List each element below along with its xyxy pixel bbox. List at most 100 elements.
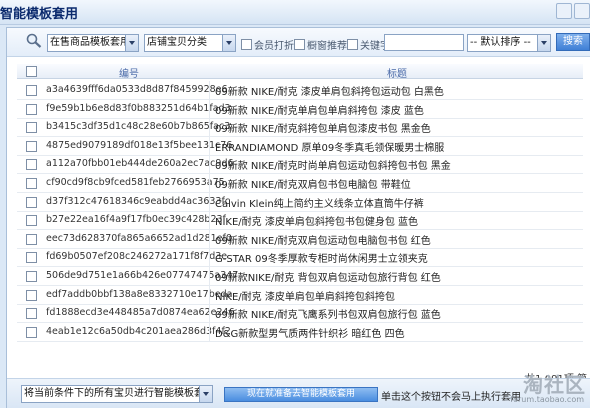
item-id: fd69b0507ef208c246272a171f8f7d3e <box>46 251 228 263</box>
table-row[interactable]: f9e59b1b6e8d83f0b883251d64b1fad3 09新款 NIK… <box>17 99 583 119</box>
chevron-down-icon <box>199 386 212 402</box>
item-id: 4875ed9079189df018e13f5bee131c76 <box>46 139 233 151</box>
table-row[interactable]: a112a70fbb01eb444de260a2ec7ac9d6 09新款 NIK… <box>17 155 583 175</box>
apply-template-button[interactable]: 现在就准备去智能模板套用 <box>224 387 378 402</box>
item-title: 09新款 NIKE/耐克斜挎包单肩包漆皮书包 黑金色 <box>215 124 431 136</box>
row-checkbox[interactable] <box>26 103 37 115</box>
item-id: b3415c3df35d1c48c28e60b7b865fac3 <box>46 121 231 133</box>
row-checkbox[interactable] <box>26 252 37 264</box>
watermark-logo-text: 淘社区 <box>523 373 586 397</box>
item-id: cf90cd9f8cb9fced581feb2766953a75 <box>46 177 225 188</box>
item-title: 09新款 NIKE/耐克双肩包书包电脑包 带鞋位 <box>215 180 411 191</box>
keyword-input[interactable] <box>384 34 464 51</box>
apply-scope-select[interactable]: 将当前条件下的所有宝贝进行智能模板套用 <box>21 385 213 403</box>
item-id: b27e22ea16f4a9f17fb0ec39c428b23f <box>46 214 226 226</box>
column-header-title[interactable]: 标题 <box>387 65 407 80</box>
item-title: 09新款 NIKE/耐克飞鹰系列书包双肩包旅行包 蓝色 <box>215 310 441 322</box>
member-discount-label: 会员打折 <box>254 41 294 52</box>
column-divider <box>209 136 210 155</box>
window-recommend-checkbox[interactable] <box>294 39 305 50</box>
column-divider <box>209 99 210 118</box>
table-row[interactable]: edf7addb0bbf138a8e8332710e17beda NIKE/耐克 … <box>17 285 583 305</box>
item-id: a112a70fbb01eb444de260a2ec7ac9d6 <box>46 158 234 170</box>
table-row[interactable]: cf90cd9f8cb9fced581feb2766953a75 09新款 NIK… <box>17 174 583 193</box>
column-divider <box>209 118 210 137</box>
item-title: 09新款 NIKE/耐克单肩包单肩斜挎包 漆皮 蓝色 <box>215 105 424 117</box>
keyword-checkbox[interactable] <box>347 39 358 50</box>
table-row[interactable]: 506de9d751e1a66b426e07747475a347 09新款NIKE… <box>17 267 583 286</box>
table-row[interactable]: b27e22ea16f4a9f17fb0ec39c428b23f NIKE/耐克 … <box>17 211 583 231</box>
main-panel: 在售商品模板套用 店铺宝贝分类 会员打折 橱窗推荐 关键字 -- 默认排序 --… <box>6 27 590 408</box>
item-id: f9e59b1b6e8d83f0b883251d64b1fad3 <box>46 102 231 114</box>
item-title: NIKE/耐克 漆皮单肩包斜挎包书包健身包 蓝色 <box>215 217 419 229</box>
item-title: D&G新款型男气质两件针织衫 暗红色 四色 <box>215 328 405 340</box>
row-checkbox[interactable] <box>26 326 37 338</box>
template-filter-value: 在售商品模板套用 <box>50 37 130 48</box>
row-checkbox[interactable] <box>26 308 37 320</box>
window-titlebar: 智能模板套用 <box>0 0 590 25</box>
column-divider <box>209 267 210 285</box>
search-icon <box>26 33 42 48</box>
forum-watermark-logo: 淘社区 forum.taobao.com <box>492 368 588 404</box>
row-checkbox[interactable] <box>26 233 37 245</box>
member-discount-checkbox[interactable] <box>241 39 252 50</box>
column-divider <box>209 174 210 192</box>
category-filter-select[interactable]: 店铺宝贝分类 <box>144 34 236 52</box>
table-row[interactable]: 4eab1e12c6a50db4c201aea286d3f4f2 D&G新款型男气… <box>17 322 583 342</box>
window-minimize-button[interactable] <box>556 3 572 19</box>
chevron-down-icon <box>222 35 235 51</box>
search-button[interactable]: 搜索 <box>556 33 590 51</box>
column-divider <box>209 285 210 304</box>
column-divider <box>209 81 210 99</box>
table-row[interactable]: a3a4639fff6da0533d8d87f8459928e6 09新款 NIK… <box>17 81 583 100</box>
item-title: NIKE/耐克 漆皮单肩包单肩斜挎包斜挎包 <box>215 291 395 303</box>
item-id: edf7addb0bbf138a8e8332710e17beda <box>46 288 233 300</box>
table-row[interactable]: fd69b0507ef208c246272a171f8f7d3e G-STAR 0… <box>17 248 583 268</box>
window-close-button[interactable] <box>574 3 590 19</box>
column-divider <box>209 248 210 267</box>
item-id: eec73d628370fa865a6652ad1d281ef0 <box>46 232 232 244</box>
column-divider <box>209 322 210 341</box>
apply-scope-value: 将当前条件下的所有宝贝进行智能模板套用 <box>24 388 213 399</box>
row-checkbox[interactable] <box>26 122 37 134</box>
column-divider <box>209 155 210 174</box>
table-row[interactable]: d37f312c47618346c9eabdd4ac3633fc Calvin K… <box>17 192 583 212</box>
category-filter-value: 店铺宝贝分类 <box>147 37 207 48</box>
column-header-id[interactable]: 编号 <box>119 65 139 80</box>
item-id: fd1888ecd3e448485a7d0874ea62e246 <box>46 307 235 319</box>
chevron-down-icon <box>537 35 550 51</box>
item-id: 4eab1e12c6a50db4c201aea286d3f4f2 <box>46 325 231 337</box>
chevron-down-icon <box>125 35 138 51</box>
row-checkbox[interactable] <box>26 196 37 208</box>
select-all-checkbox[interactable] <box>26 66 37 77</box>
window-recommend-label: 橱窗推荐 <box>307 41 347 52</box>
template-filter-select[interactable]: 在售商品模板套用 <box>47 34 139 52</box>
item-title: 09新款NIKE/耐克 背包双肩包运动包旅行背包 红色 <box>215 273 441 284</box>
sort-select[interactable]: -- 默认排序 -- <box>467 34 551 52</box>
row-checkbox[interactable] <box>26 271 37 282</box>
filter-toolbar: 在售商品模板套用 店铺宝贝分类 会员打折 橱窗推荐 关键字 -- 默认排序 --… <box>7 28 590 57</box>
item-title: ERRANDIAMOND 原单09冬季真毛领保暖男士棉服 <box>215 142 445 154</box>
sort-select-value: -- 默认排序 -- <box>470 37 531 48</box>
row-checkbox[interactable] <box>26 140 37 152</box>
row-checkbox[interactable] <box>26 178 37 189</box>
item-title: G-STAR 09冬季厚款专柜时尚休闲男士立领夹克 <box>215 254 428 266</box>
table-row[interactable]: fd1888ecd3e448485a7d0874ea62e246 09新款 NIK… <box>17 304 583 324</box>
item-title: 09新款 NIKE/耐克时尚单肩包运动包斜挎包书包 黑金 <box>215 161 451 173</box>
column-divider <box>209 304 210 323</box>
item-title: Calvin Klein纯上简约主义线条立体直筒牛仔裤 <box>215 198 424 210</box>
row-checkbox[interactable] <box>26 215 37 227</box>
row-checkbox[interactable] <box>26 289 37 301</box>
column-divider <box>209 192 210 211</box>
row-checkbox[interactable] <box>26 159 37 171</box>
table-row[interactable]: 4875ed9079189df018e13f5bee131c76 ERRANDIA… <box>17 136 583 156</box>
window-title: 智能模板套用 <box>0 7 79 22</box>
item-title: 09新款 NIKE/耐克双肩包运动包电脑包书包 红色 <box>215 235 431 247</box>
column-divider <box>209 229 210 248</box>
column-divider <box>209 211 210 230</box>
table-row[interactable]: b3415c3df35d1c48c28e60b7b865fac3 09新款 NIK… <box>17 118 583 138</box>
item-id: d37f312c47618346c9eabdd4ac3633fc <box>46 195 231 207</box>
row-checkbox[interactable] <box>26 85 37 96</box>
watermark-url: forum.taobao.com <box>510 395 584 404</box>
table-row[interactable]: eec73d628370fa865a6652ad1d281ef0 09新款 NIK… <box>17 229 583 249</box>
